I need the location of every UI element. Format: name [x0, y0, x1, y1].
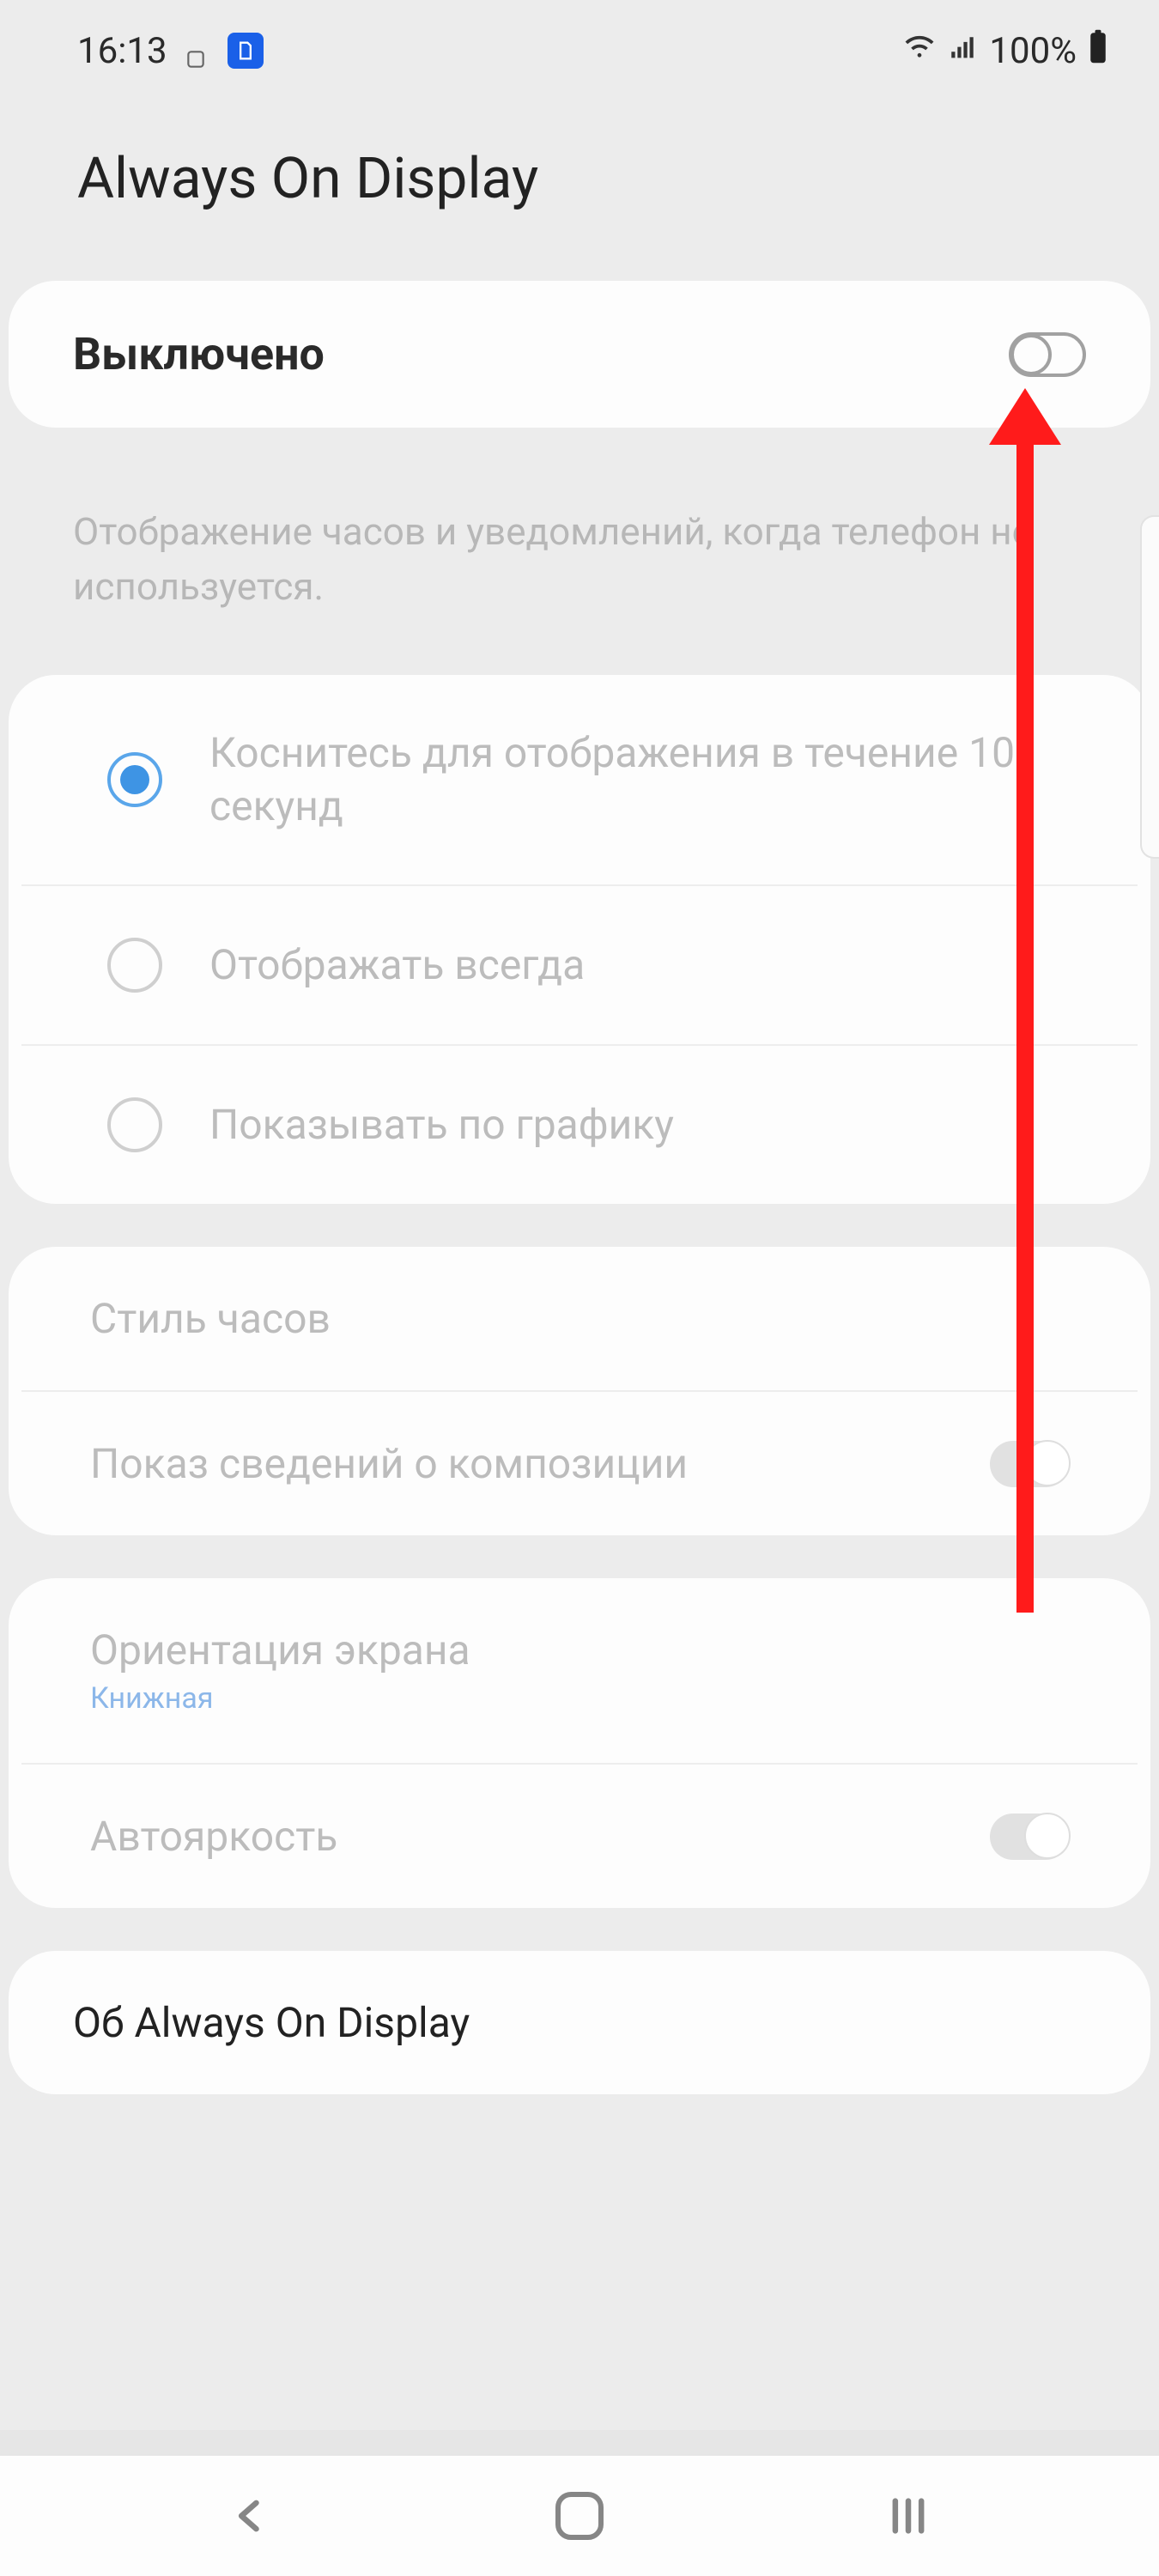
scroll-handle[interactable]	[1140, 515, 1159, 859]
status-left: 16:13	[77, 30, 264, 72]
radio-show-scheduled[interactable]: Показывать по графику	[21, 1044, 1138, 1204]
about-label: Об Always On Display	[73, 1998, 470, 2047]
master-switch-label: Выключено	[73, 328, 325, 380]
status-bar: 16:13 100%	[0, 0, 1159, 77]
about-row[interactable]: Об Always On Display	[9, 1951, 1150, 2094]
bottom-band	[0, 2430, 1159, 2456]
orientation-row[interactable]: Ориентация экрана Книжная	[21, 1578, 1138, 1763]
radio-tap-to-show[interactable]: Коснитесь для отображения в течение 10 с…	[21, 675, 1138, 885]
clock-style-label: Стиль часов	[90, 1294, 331, 1343]
radio-icon	[107, 938, 162, 993]
auto-brightness-label: Автояркость	[90, 1812, 337, 1861]
soft-nav	[0, 2456, 1159, 2576]
about-card: Об Always On Display	[9, 1951, 1150, 2094]
radio-label: Коснитесь для отображения в течение 10 с…	[209, 726, 1073, 834]
radio-icon	[107, 1097, 162, 1152]
music-info-label: Показ сведений о композиции	[90, 1439, 688, 1488]
radio-icon	[107, 752, 162, 807]
orientation-value: Книжная	[90, 1681, 470, 1716]
master-toggle[interactable]	[1009, 332, 1086, 377]
page-title: Always On Display	[77, 146, 1082, 212]
status-right: 100%	[903, 28, 1107, 74]
nav-recents-button[interactable]	[878, 2486, 938, 2546]
style-card: Стиль часов Показ сведений о композиции	[9, 1247, 1150, 1535]
annotation-arrow	[1016, 428, 1034, 1613]
master-switch-row[interactable]: Выключено	[9, 281, 1150, 428]
nav-back-button[interactable]	[221, 2486, 281, 2546]
orientation-label: Ориентация экрана	[90, 1625, 470, 1674]
radio-label: Показывать по графику	[209, 1098, 674, 1151]
radio-show-always[interactable]: Отображать всегда	[21, 884, 1138, 1044]
feature-description: Отображение часов и уведомлений, когда т…	[0, 471, 1159, 675]
clock-style-row[interactable]: Стиль часов	[21, 1247, 1138, 1390]
battery-text: 100%	[989, 30, 1077, 72]
misc-status-icon	[185, 38, 210, 64]
display-card: Ориентация экрана Книжная Автояркость	[9, 1578, 1150, 1908]
wifi-icon	[903, 30, 936, 72]
auto-brightness-toggle[interactable]	[990, 1814, 1069, 1860]
radio-label: Отображать всегда	[209, 939, 585, 992]
signal-icon	[948, 30, 977, 72]
display-mode-card: Коснитесь для отображения в течение 10 с…	[9, 675, 1150, 1205]
nav-home-button[interactable]	[549, 2486, 610, 2546]
auto-brightness-row[interactable]: Автояркость	[21, 1763, 1138, 1908]
master-switch-card: Выключено	[9, 281, 1150, 428]
music-info-row[interactable]: Показ сведений о композиции	[21, 1390, 1138, 1535]
page-header: Always On Display	[0, 77, 1159, 281]
home-icon	[555, 2492, 604, 2540]
battery-icon	[1089, 28, 1107, 74]
status-time: 16:13	[77, 30, 167, 72]
phone-app-icon	[228, 33, 264, 69]
